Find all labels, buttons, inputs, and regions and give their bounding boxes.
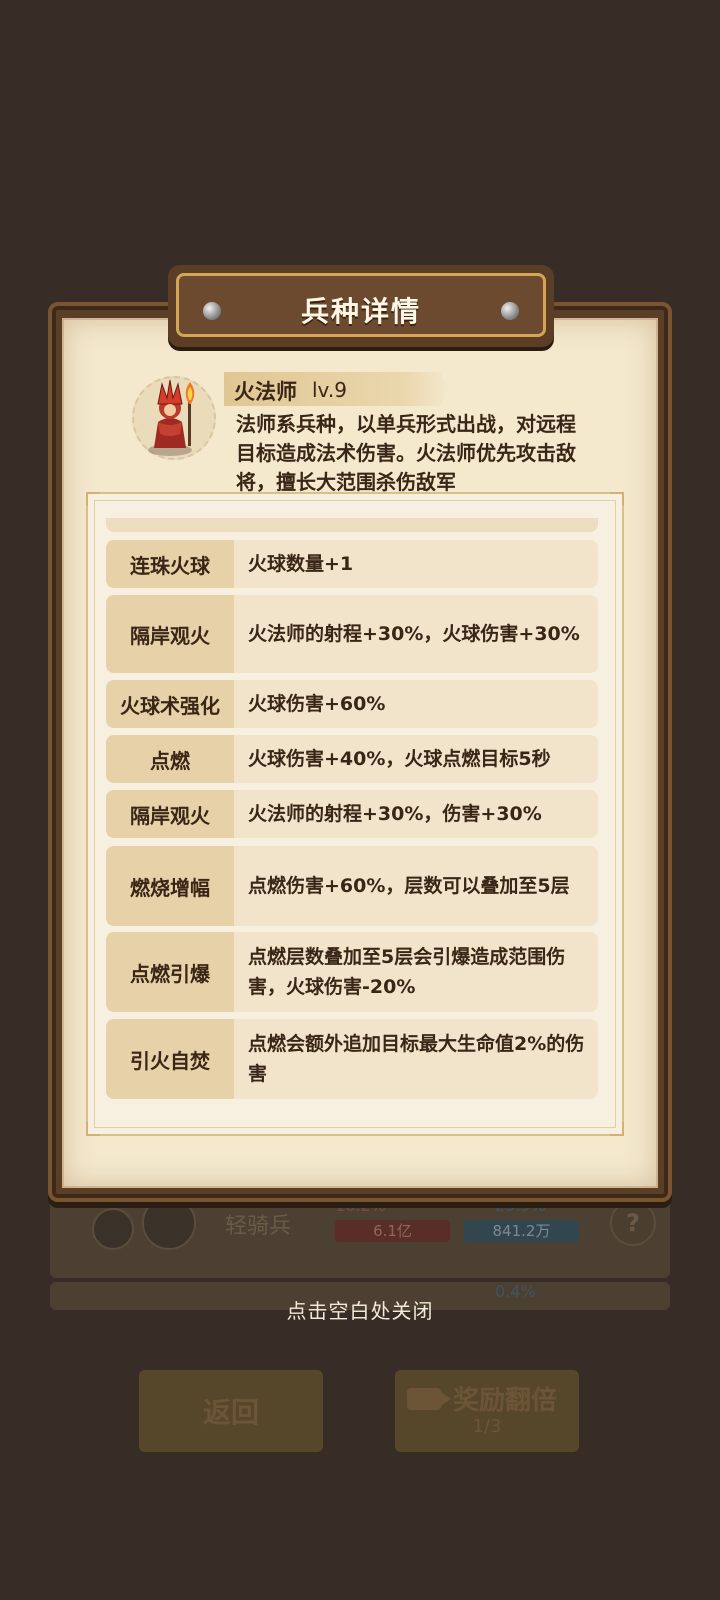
help-icon[interactable]: ? [610, 1200, 656, 1246]
skill-name: 点燃 [106, 735, 234, 783]
close-hint[interactable]: 点击空白处关闭 [0, 1295, 720, 1324]
reward-button-label: 奖励翻倍 [453, 1386, 558, 1416]
skill-name: 隔岸观火 [106, 595, 234, 673]
skill-row: 火球术强化 火球伤害+60% [106, 680, 598, 728]
skill-effect: 点燃伤害+60%，层数可以叠加至5层 [248, 875, 570, 897]
corner-ornament [610, 1122, 624, 1136]
back-button[interactable]: 返回 [139, 1370, 323, 1452]
unit-name: 火法师 [234, 380, 297, 404]
avatar [142, 1196, 196, 1250]
skill-row: 燃烧增幅 点燃伤害+60%，层数可以叠加至5层 [106, 846, 598, 926]
unit-description: 法师系兵种，以单兵形式出战，对远程目标造成法术伤害。火法师优先攻击敌将，擅长大范… [236, 412, 576, 494]
skill-row: 连珠火球 火球数量+1 [106, 540, 598, 588]
skill-effect: 点燃层数叠加至5层会引爆造成范围伤害，火球伤害-20% [248, 946, 566, 998]
skill-row: 隔岸观火 火法师的射程+30%，火球伤害+30% [106, 595, 598, 673]
skill-effect: 火法师的射程+30%，伤害+30% [248, 803, 542, 825]
skill-name: 火球术强化 [106, 680, 234, 728]
skill-name: 隔岸观火 [106, 790, 234, 838]
skill-effect: 火球伤害+40%，火球点燃目标5秒 [248, 748, 551, 770]
skill-row: 点燃引爆 点燃层数叠加至5层会引爆造成范围伤害，火球伤害-20% [106, 932, 598, 1012]
corner-ornament [610, 492, 624, 506]
skill-name: 引火自焚 [106, 1019, 234, 1099]
list-item [106, 518, 598, 532]
skill-row: 隔岸观火 火法师的射程+30%，伤害+30% [106, 790, 598, 838]
defense-value: 841.2万 [464, 1220, 579, 1242]
attack-value: 6.1亿 [335, 1220, 450, 1242]
corner-ornament [86, 1122, 100, 1136]
skill-name: 燃烧增幅 [106, 846, 234, 926]
reward-double-button[interactable]: 奖励翻倍 1/3 [395, 1370, 579, 1452]
skill-effect: 火球伤害+60% [248, 693, 386, 715]
skill-effect: 火法师的射程+30%，火球伤害+30% [248, 623, 580, 645]
video-camera-icon [407, 1388, 451, 1410]
down-arrow-icon[interactable] [92, 1208, 134, 1250]
reward-count: 1/3 [472, 1416, 502, 1437]
corner-ornament [86, 492, 100, 506]
skill-effect: 点燃会额外追加目标最大生命值2%的伤害 [248, 1033, 585, 1085]
skill-row: 点燃 火球伤害+40%，火球点燃目标5秒 [106, 735, 598, 783]
modal-title: 兵种详情 [300, 295, 421, 328]
skill-name: 点燃引爆 [106, 932, 234, 1012]
modal-title-plate: 兵种详情 [168, 265, 554, 347]
skill-effect: 火球数量+1 [248, 553, 354, 575]
unit-level: lv.9 [312, 378, 347, 402]
fire-mage-avatar-icon [148, 379, 195, 456]
skill-name: 连珠火球 [106, 540, 234, 588]
skill-row: 引火自焚 点燃会额外追加目标最大生命值2%的伤害 [106, 1019, 598, 1099]
unit-name: 轻骑兵 [225, 1214, 292, 1239]
